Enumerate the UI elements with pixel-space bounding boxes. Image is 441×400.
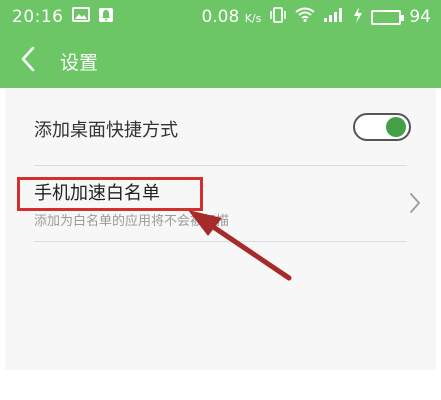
whitelist-description: 添加为白名单的应用将不会被扫描	[34, 214, 230, 229]
toggle-knob	[386, 117, 406, 137]
whitelist-label: 手机加速白名单	[34, 183, 160, 204]
battery-level: 94	[409, 7, 431, 27]
battery-icon: 94	[371, 7, 431, 27]
speed-unit: K/s	[244, 12, 262, 25]
shortcut-toggle[interactable]	[353, 113, 411, 141]
status-time: 20:16	[12, 7, 64, 27]
back-button[interactable]	[0, 34, 56, 88]
vibrate-icon	[269, 6, 287, 28]
status-bar: 20:16 0.08 K/s 94	[0, 0, 441, 34]
settings-list: 添加桌面快捷方式 手机加速白名单 添加为白名单的应用将不会被扫描	[5, 88, 436, 370]
title-bar: 设置	[0, 34, 441, 88]
signal-icon	[323, 7, 345, 27]
setting-row-shortcut: 添加桌面快捷方式	[34, 88, 411, 166]
network-speed: 0.08 K/s	[201, 7, 262, 27]
page-title: 设置	[60, 51, 99, 74]
setting-row-whitelist[interactable]: 手机加速白名单 添加为白名单的应用将不会被扫描	[34, 166, 420, 242]
status-right: 0.08 K/s 94	[201, 6, 431, 28]
charging-icon	[353, 6, 363, 28]
wifi-icon	[295, 7, 315, 27]
chevron-right-icon	[409, 192, 421, 218]
notification-icon	[98, 7, 114, 28]
chevron-left-icon	[20, 46, 36, 76]
shortcut-label: 添加桌面快捷方式	[34, 120, 178, 141]
app-header: 20:16 0.08 K/s 94 设置	[0, 0, 441, 88]
image-icon	[71, 7, 90, 27]
